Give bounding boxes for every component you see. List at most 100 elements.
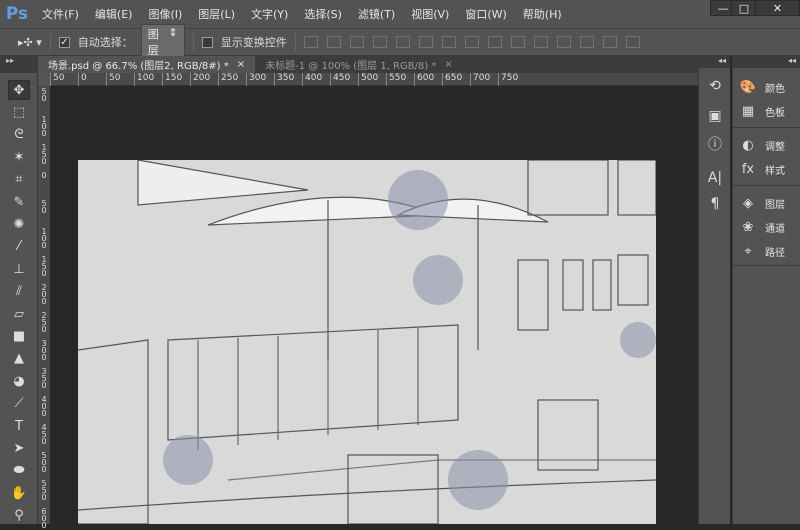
character-icon[interactable]: A| (705, 168, 725, 188)
info-icon[interactable]: ⓘ (705, 134, 725, 154)
paragraph-icon[interactable]: ¶ (705, 194, 725, 214)
align-distribute-icon[interactable] (487, 36, 502, 48)
healing-tool-icon[interactable]: ✺ (8, 214, 30, 234)
ruler-label: 550 (386, 73, 406, 86)
divider (192, 33, 194, 51)
pen-tool-icon[interactable]: ⟋ (8, 394, 30, 414)
auto-select-label: 自动选择： (77, 36, 133, 49)
align-distribute-icon[interactable] (602, 36, 617, 48)
path-select-tool-icon[interactable]: ➤ (8, 438, 30, 458)
blur-tool-icon[interactable]: ▲ (8, 349, 30, 369)
zoom-tool-icon[interactable]: ⚲ (8, 506, 30, 526)
align-distribute-icon[interactable] (579, 36, 594, 48)
menu-item[interactable]: 图像(I) (140, 6, 190, 22)
collapse-icon[interactable]: ◂◂ (699, 56, 730, 68)
panel-label: 图层 (765, 199, 785, 211)
horizontal-ruler[interactable]: 50 0 50 100 150 200 250 300 350 400 450 500 550 600 65… (50, 73, 698, 86)
ruler-label: 50 (106, 73, 120, 86)
menu-item[interactable]: 文件(F) (34, 6, 87, 22)
align-distribute-icon[interactable] (625, 36, 640, 48)
divider (294, 33, 296, 51)
ruler-label: 100 (41, 115, 47, 138)
ruler-label: 450 (41, 423, 47, 446)
eraser-tool-icon[interactable]: ▱ (8, 304, 30, 324)
ruler-label: 550 (41, 479, 47, 502)
close-icon[interactable]: × (237, 59, 245, 70)
actions-icon[interactable]: ▣ (705, 106, 725, 126)
panel-styles[interactable]: fx 样式 (739, 158, 785, 180)
align-distribute-icon[interactable] (395, 36, 410, 48)
brush-tool-icon[interactable]: ⁄ (8, 237, 30, 257)
photoshop-logo: Ps (5, 4, 29, 24)
ruler-label: 400 (302, 73, 322, 86)
menu-item[interactable]: 编辑(E) (87, 6, 141, 22)
history-brush-tool-icon[interactable]: ⫽ (8, 282, 30, 302)
palette-icon: 🎨 (739, 79, 757, 95)
marquee-tool-icon[interactable]: ⬚ (8, 102, 30, 122)
tools-panel: ▸▸ ✥ ⬚ ᘓ ✶ ⌗ ✎ ✺ ⁄ ⊥ ⫽ ▱ ■ ▲ ◕ ⟋ T ➤ ⬬ ✋ ⚲ (0, 56, 38, 524)
adjustments-icon: ◐ (742, 137, 754, 153)
ruler-label: 300 (41, 339, 47, 362)
align-distribute-icon[interactable] (510, 36, 525, 48)
panel-paths[interactable]: ⌖ 路径 (739, 240, 785, 262)
collapse-icon[interactable]: ▸▸ (0, 56, 37, 73)
ruler-label: 0 (78, 73, 87, 86)
menu-item[interactable]: 帮助(H) (515, 6, 570, 22)
divider (49, 33, 51, 51)
dodge-tool-icon[interactable]: ◕ (8, 371, 30, 391)
ruler-label: 250 (218, 73, 238, 86)
ruler-label: 600 (41, 507, 47, 530)
align-distribute-icon[interactable] (533, 36, 548, 48)
menu-item[interactable]: 滤镜(T) (350, 6, 403, 22)
panel-palette[interactable]: 🎨 颜色 (739, 76, 785, 98)
ellipse-tool-icon[interactable]: ⬬ (8, 461, 30, 481)
move-tool-icon[interactable]: ✥ (8, 80, 30, 100)
panel-channels[interactable]: ❀ 通道 (739, 216, 785, 238)
styles-icon: fx (741, 161, 755, 177)
tab-document[interactable]: 场景.psd @ 66.7% (图层2, RGB/8#) * × (38, 56, 256, 73)
document-tabs: 场景.psd @ 66.7% (图层2, RGB/8#) * × 未标题-1 @ 1… (38, 56, 698, 73)
type-tool-icon[interactable]: T (8, 416, 30, 436)
vertical-ruler[interactable]: 50 100 150 0 50 100 150 200 250 300 350 400 450 500 55… (38, 86, 50, 530)
menu-item[interactable]: 选择(S) (296, 6, 350, 22)
document-canvas[interactable] (77, 159, 657, 525)
ruler-origin[interactable] (38, 73, 50, 86)
eyedropper-tool-icon[interactable]: ✎ (8, 192, 30, 212)
panel-swatches[interactable]: ▦ 色板 (739, 100, 785, 122)
lasso-tool-icon[interactable]: ᘓ (8, 125, 30, 145)
align-distribute-icon[interactable] (372, 36, 387, 48)
align-distribute-icon[interactable] (349, 36, 364, 48)
menu-item[interactable]: 文字(Y) (243, 6, 296, 22)
menu-item[interactable]: 图层(L) (190, 6, 243, 22)
crop-tool-icon[interactable]: ⌗ (8, 170, 30, 190)
magic-wand-tool-icon[interactable]: ✶ (8, 147, 30, 167)
menu-item[interactable]: 视图(V) (403, 6, 457, 22)
move-tool-preset-icon[interactable]: ▸✣ ▾ (18, 36, 42, 49)
tab-document[interactable]: 未标题-1 @ 100% (图层 1, RGB/8) * × (255, 56, 463, 73)
align-distribute-icon[interactable] (418, 36, 433, 48)
align-distribute-icon[interactable] (303, 36, 318, 48)
collapse-icon[interactable]: ◂◂ (733, 56, 800, 68)
show-transform-checkbox[interactable] (201, 36, 213, 48)
auto-select-value: 图层 (147, 28, 159, 57)
stamp-tool-icon[interactable]: ⊥ (8, 259, 30, 279)
ruler-label: 100 (134, 73, 154, 86)
panel-adjustments[interactable]: ◐ 调整 (739, 134, 785, 156)
tab-label: 场景.psd @ 66.7% (图层2, RGB/8#) * (48, 61, 229, 72)
ruler-label: 150 (41, 255, 47, 278)
close-icon[interactable]: × (444, 59, 452, 70)
auto-select-checkbox[interactable]: ✓ (58, 36, 70, 48)
close-button[interactable]: ✕ (755, 0, 800, 16)
auto-select-dropdown[interactable]: 图层 ⇕ (140, 24, 185, 60)
maximize-button[interactable]: □ (731, 0, 757, 16)
history-icon[interactable]: ⟲ (705, 76, 725, 96)
align-distribute-icon[interactable] (441, 36, 456, 48)
panel-layers[interactable]: ◈ 图层 (739, 192, 785, 214)
ruler-label: 200 (41, 283, 47, 306)
menu-item[interactable]: 窗口(W) (457, 6, 514, 22)
hand-tool-icon[interactable]: ✋ (8, 483, 30, 503)
align-distribute-icon[interactable] (464, 36, 479, 48)
gradient-tool-icon[interactable]: ■ (8, 326, 30, 346)
align-distribute-icon[interactable] (556, 36, 571, 48)
align-distribute-icon[interactable] (326, 36, 341, 48)
